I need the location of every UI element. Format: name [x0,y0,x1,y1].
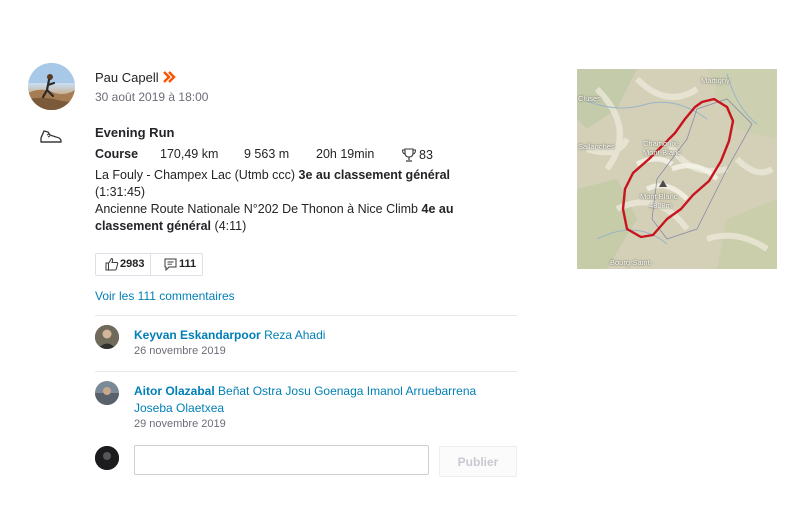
comment: Aitor Olazabal Beñat Ostra Josu Goenaga … [134,383,494,417]
comment-text[interactable]: Reza Ahadi [264,328,325,342]
social-actions: 2983 111 [95,253,203,276]
comment: Keyvan Eskandarpoor Reza Ahadi [134,327,514,344]
activity-title[interactable]: Evening Run [95,125,174,140]
segment-list: La Fouly - Champex Lac (Utmb ccc) 3e au … [95,167,495,235]
activity-timestamp: 30 août 2019 à 18:00 [95,90,209,104]
view-all-comments-link[interactable]: Voir les 111 commentaires [95,289,235,303]
route-map-graphic [577,69,777,269]
athlete-avatar[interactable] [28,63,75,110]
route-map[interactable]: Martigny Cluses Sallanches Chamonix-Mont… [577,69,777,269]
shoe-icon [38,126,64,146]
map-label: 4808m [649,201,672,210]
activity-type: Course [95,147,139,161]
comment-icon[interactable] [164,258,177,272]
activity-elevation: 9 563 m [244,147,290,161]
segment-rank: 3e au classement général [298,168,451,182]
comment-input[interactable] [134,445,429,475]
map-label: Mont Blanc [640,192,678,201]
kudos-count[interactable]: 2983 [120,258,144,270]
achievement-count: 83 [419,148,433,162]
map-label: Martigny [701,76,730,85]
comment-author-name[interactable]: Keyvan Eskandarpoor [134,328,261,342]
comment-date: 26 novembre 2019 [134,345,226,357]
map-label: Bourg-Saint- [610,258,653,267]
commenter-avatar[interactable] [95,381,119,405]
comment-date: 29 novembre 2019 [134,418,226,430]
comment-count[interactable]: 111 [179,258,196,270]
map-label: Sallanches [578,142,615,151]
segment-name[interactable]: Ancienne Route Nationale N°202 De Thonon… [95,202,418,216]
segment-time: (1:31:45) [95,185,146,199]
segment-item: La Fouly - Champex Lac (Utmb ccc) 3e au … [95,167,495,201]
athlete-name[interactable]: Pau Capell [95,70,159,85]
segment-item: Ancienne Route Nationale N°202 De Thonon… [95,201,495,235]
kudos-divider [150,254,151,275]
segment-time: (4:11) [214,219,247,233]
segment-name[interactable]: La Fouly - Champex Lac (Utmb ccc) [95,168,295,182]
activity-time: 20h 19min [316,147,375,161]
map-label: Cluses [578,94,601,103]
comment-author-name[interactable]: Aitor Olazabal [134,384,215,398]
current-user-avatar [95,446,119,470]
divider [95,315,517,316]
activity-distance: 170,49 km [160,147,219,161]
divider [95,371,517,372]
map-label: Chamonix-Mont-Blanc [643,139,681,157]
publish-button[interactable]: Publier [439,446,517,477]
commenter-avatar[interactable] [95,325,119,349]
premium-chevron-icon [162,70,176,84]
trophy-icon [401,147,417,163]
thumbs-up-icon[interactable] [105,257,119,271]
